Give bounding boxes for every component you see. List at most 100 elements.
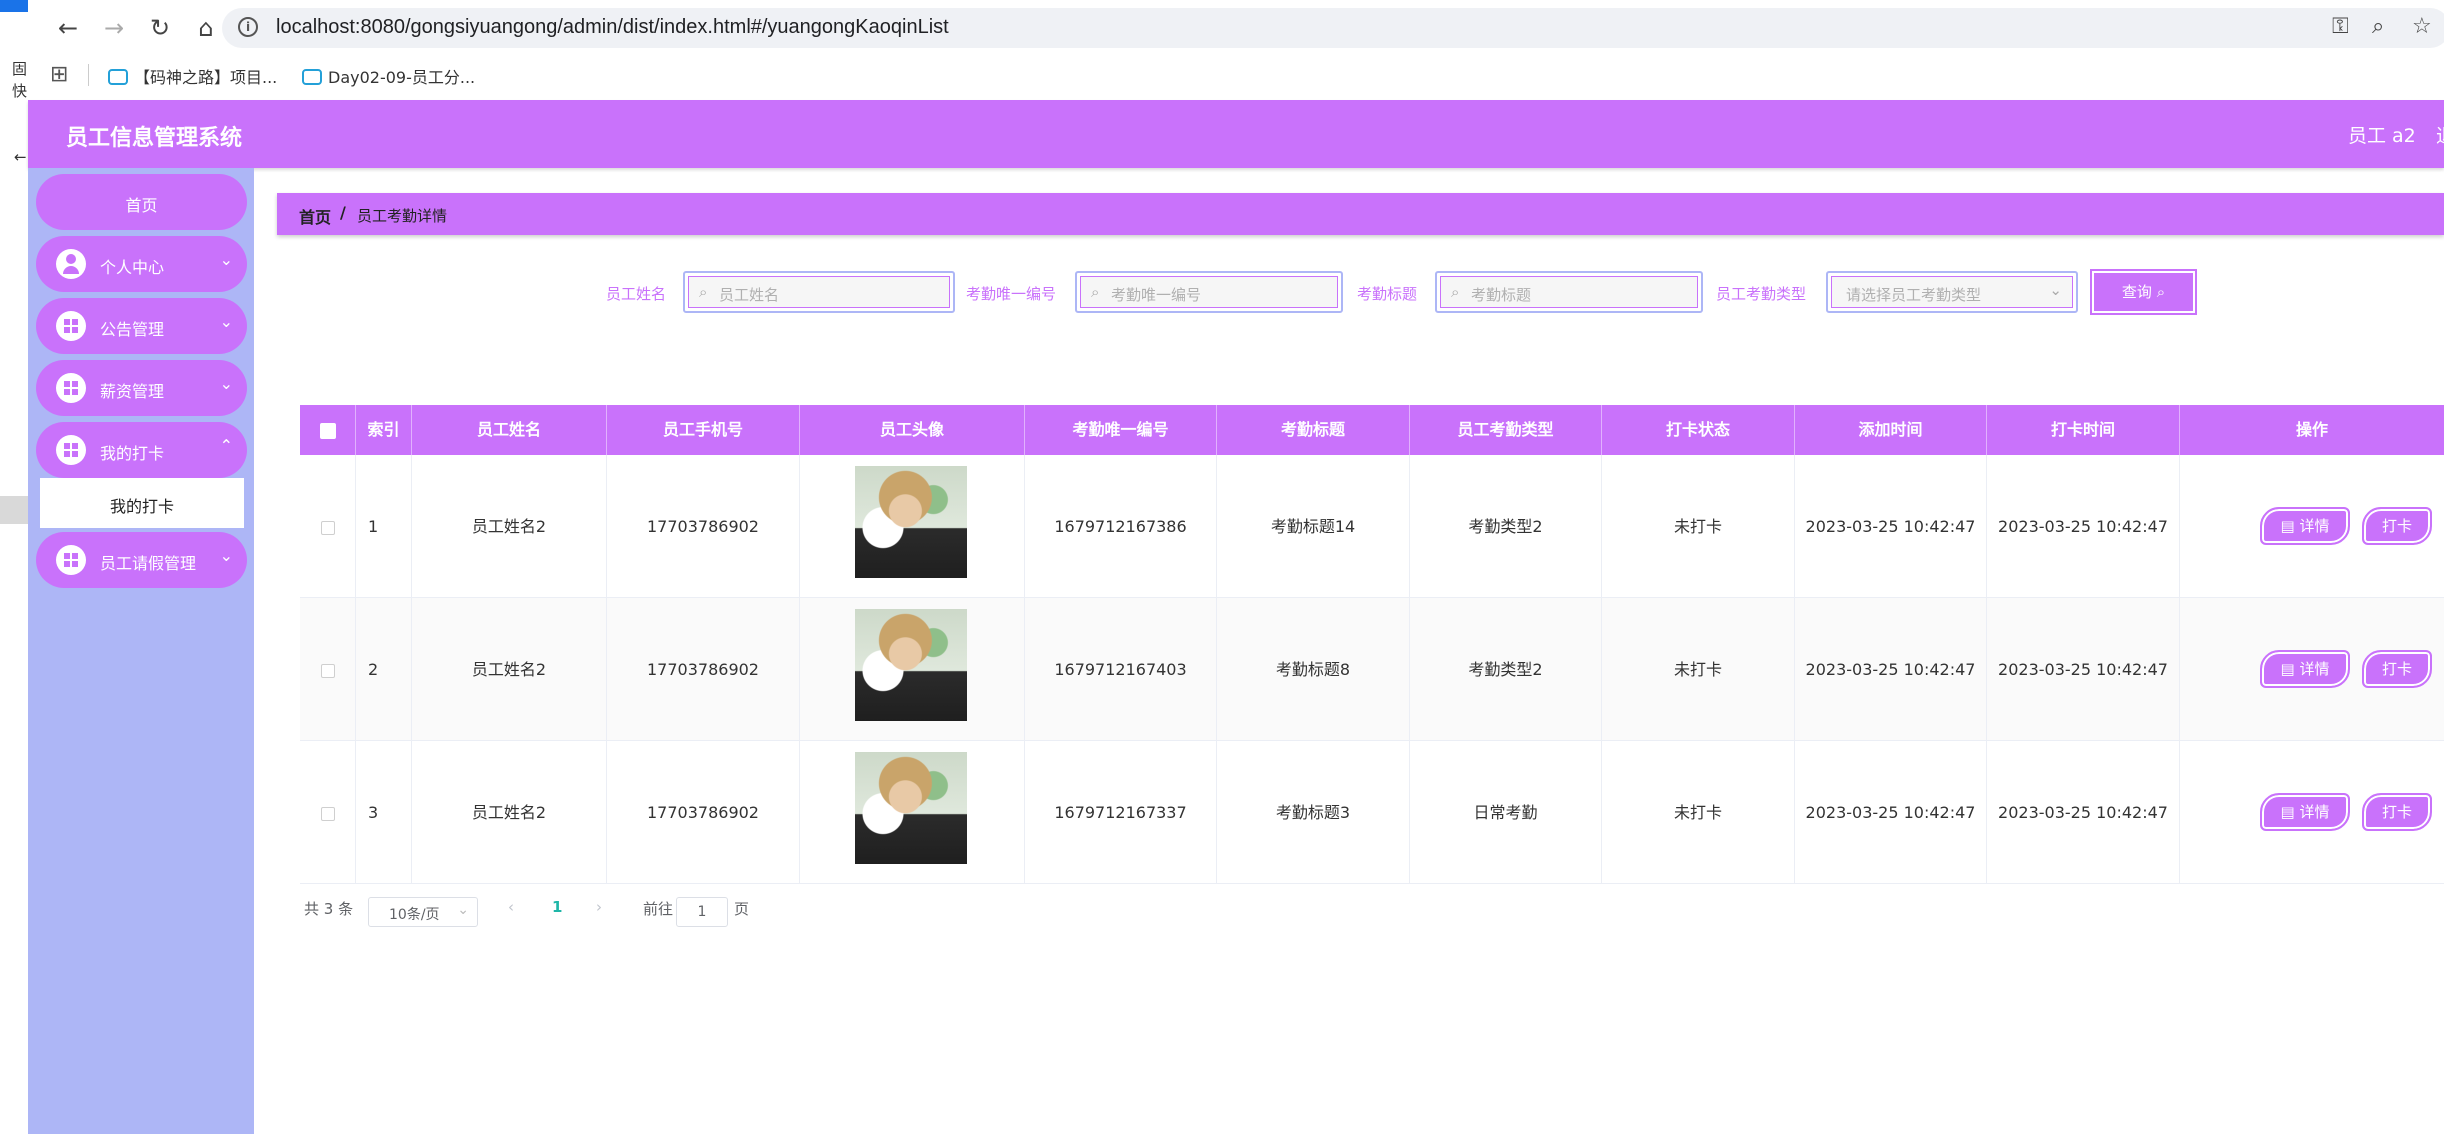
sidebar-item-label: 个人中心 (100, 258, 165, 277)
cell-status: 未打卡 (1602, 741, 1795, 884)
bookmark-star-icon[interactable]: ☆ (2412, 14, 2432, 39)
password-key-icon[interactable]: ⚿ (2332, 14, 2349, 39)
page-size-select[interactable]: 10条/页 ⌄ (368, 897, 478, 927)
cell-index: 2 (356, 598, 412, 741)
search-icon: ⌕ (2156, 283, 2166, 301)
breadcrumb-current: 员工考勤详情 (357, 207, 448, 225)
select-placeholder: 请选择员工考勤类型 (1846, 286, 1982, 304)
sidebar-item-label: 员工请假管理 (100, 554, 197, 573)
select-all-checkbox-cell[interactable] (300, 405, 356, 455)
cell-phone: 17703786902 (607, 741, 800, 884)
cell-title: 考勤标题8 (1217, 598, 1410, 741)
punch-button-label: 打卡 (2381, 803, 2412, 821)
cell-name: 员工姓名2 (412, 455, 607, 598)
cell-name: 员工姓名2 (412, 741, 607, 884)
detail-button[interactable]: ▤ 详情 (2260, 507, 2350, 545)
document-icon: ▤ (2280, 517, 2300, 535)
background-window-bar (0, 0, 28, 12)
grid-icon (56, 545, 86, 575)
punch-button[interactable]: 打卡 (2362, 650, 2432, 688)
detail-button[interactable]: ▤ 详情 (2260, 650, 2350, 688)
sidebar-item-label: 首页 (125, 196, 158, 215)
url-text[interactable]: localhost:8080/gongsiyuangong/admin/dist… (276, 16, 949, 39)
sidebar-item-leave-management[interactable]: 员工请假管理 ⌄ (36, 532, 247, 588)
document-icon: ▤ (2280, 803, 2300, 821)
row-checkbox[interactable] (320, 663, 335, 678)
user-name[interactable]: 员工 a2 (2348, 121, 2416, 148)
home-icon[interactable]: ⌂ (190, 12, 222, 44)
avatar[interactable] (855, 466, 967, 578)
table-header: 索引 员工姓名 员工手机号 员工头像 考勤唯一编号 考勤标题 员工考勤类型 打卡… (300, 405, 2444, 455)
chevron-down-icon: ⌄ (457, 902, 469, 918)
bookmark-item[interactable]: 【码神之路】项目... (108, 64, 277, 88)
cell-punch-time: 2023-03-25 10:42:47 (1987, 598, 2180, 741)
chevron-down-icon: ⌄ (219, 312, 233, 331)
search-select-type[interactable]: 请选择员工考勤类型 ⌄ (1826, 271, 2078, 313)
goto-page-input[interactable]: 1 (676, 897, 728, 927)
sidebar-item-label: 公告管理 (100, 320, 165, 339)
submenu-item-my-punch[interactable]: 我的打卡 (40, 478, 244, 528)
browser-chrome: ← → ↻ ⌂ i localhost:8080/gongsiyuangong/… (28, 0, 2444, 100)
table-row: 1 员工姓名2 17703786902 1679712167386 考勤标题14… (300, 455, 2444, 598)
page-number-current[interactable]: 1 (552, 898, 562, 916)
logout-link[interactable]: 退 (2436, 121, 2444, 148)
sidebar-item-home[interactable]: 首页 (36, 174, 247, 230)
search-input-name[interactable]: ⌕ 员工姓名 (683, 271, 955, 313)
background-window-char: 快 (12, 82, 28, 100)
zoom-icon[interactable]: ⌕ (2372, 14, 2384, 39)
breadcrumb-home[interactable]: 首页 (299, 204, 331, 228)
sidebar-item-notice-management[interactable]: 公告管理 ⌄ (36, 298, 247, 354)
forward-icon[interactable]: → (98, 12, 130, 44)
reload-icon[interactable]: ↻ (144, 12, 176, 44)
column-header: 员工考勤类型 (1410, 405, 1602, 455)
chevron-down-icon: ⌄ (2049, 281, 2062, 299)
punch-button[interactable]: 打卡 (2362, 507, 2432, 545)
site-info-icon[interactable]: i (238, 17, 258, 37)
cell-type: 考勤类型2 (1410, 455, 1602, 598)
row-checkbox-cell[interactable] (300, 455, 356, 598)
goto-prefix: 前往 (643, 900, 674, 918)
chevron-down-icon: ⌄ (219, 546, 233, 565)
detail-button-label: 详情 (2299, 803, 2330, 821)
background-window-char: 固 (12, 60, 28, 78)
bookmark-item[interactable]: Day02-09-员工分... (302, 64, 475, 88)
prev-page-icon[interactable]: ‹ (508, 898, 514, 916)
background-window-char: ← (14, 148, 27, 166)
search-input-code[interactable]: ⌕ 考勤唯一编号 (1075, 271, 1343, 313)
sidebar: 首页 个人中心 ⌄ 公告管理 ⌄ 薪资管理 ⌄ 我的打卡 ⌃ 我的打卡 员工请假… (28, 168, 254, 1134)
row-checkbox-cell[interactable] (300, 741, 356, 884)
goto-suffix: 页 (734, 900, 750, 918)
cell-type: 日常考勤 (1410, 741, 1602, 884)
sidebar-item-salary-management[interactable]: 薪资管理 ⌄ (36, 360, 247, 416)
detail-button[interactable]: ▤ 详情 (2260, 793, 2350, 831)
back-icon[interactable]: ← (52, 12, 84, 44)
cell-code: 1679712167386 (1025, 455, 1217, 598)
apps-grid-icon[interactable]: ⊞ (50, 62, 68, 87)
row-checkbox[interactable] (320, 806, 335, 821)
address-bar[interactable]: i localhost:8080/gongsiyuangong/admin/di… (222, 8, 2444, 48)
avatar[interactable] (855, 609, 967, 721)
search-input-title[interactable]: ⌕ 考勤标题 (1435, 271, 1703, 313)
chevron-up-icon: ⌃ (219, 436, 233, 455)
submenu-item-label: 我的打卡 (110, 497, 175, 516)
row-checkbox-cell[interactable] (300, 598, 356, 741)
punch-button[interactable]: 打卡 (2362, 793, 2432, 831)
select-all-checkbox[interactable] (319, 422, 336, 439)
avatar[interactable] (855, 752, 967, 864)
search-icon: ⌕ (1091, 283, 1100, 301)
search-icon: ⌕ (699, 283, 708, 301)
row-checkbox[interactable] (320, 520, 335, 535)
sidebar-item-label: 薪资管理 (100, 382, 165, 401)
column-header: 添加时间 (1795, 405, 1987, 455)
column-header: 考勤唯一编号 (1025, 405, 1217, 455)
next-page-icon[interactable]: › (596, 898, 602, 916)
page-size-value: 10条/页 (389, 907, 440, 923)
sidebar-item-personal-center[interactable]: 个人中心 ⌄ (36, 236, 247, 292)
sidebar-item-my-punch[interactable]: 我的打卡 ⌃ (36, 422, 247, 478)
search-label-type: 员工考勤类型 (1716, 285, 1807, 303)
grid-icon (56, 311, 86, 341)
background-window-block (0, 496, 28, 524)
search-button[interactable]: 查询 ⌕ (2090, 269, 2197, 315)
cell-actions: ▤ 详情 打卡 (2180, 741, 2444, 884)
cell-added-time: 2023-03-25 10:42:47 (1795, 455, 1987, 598)
